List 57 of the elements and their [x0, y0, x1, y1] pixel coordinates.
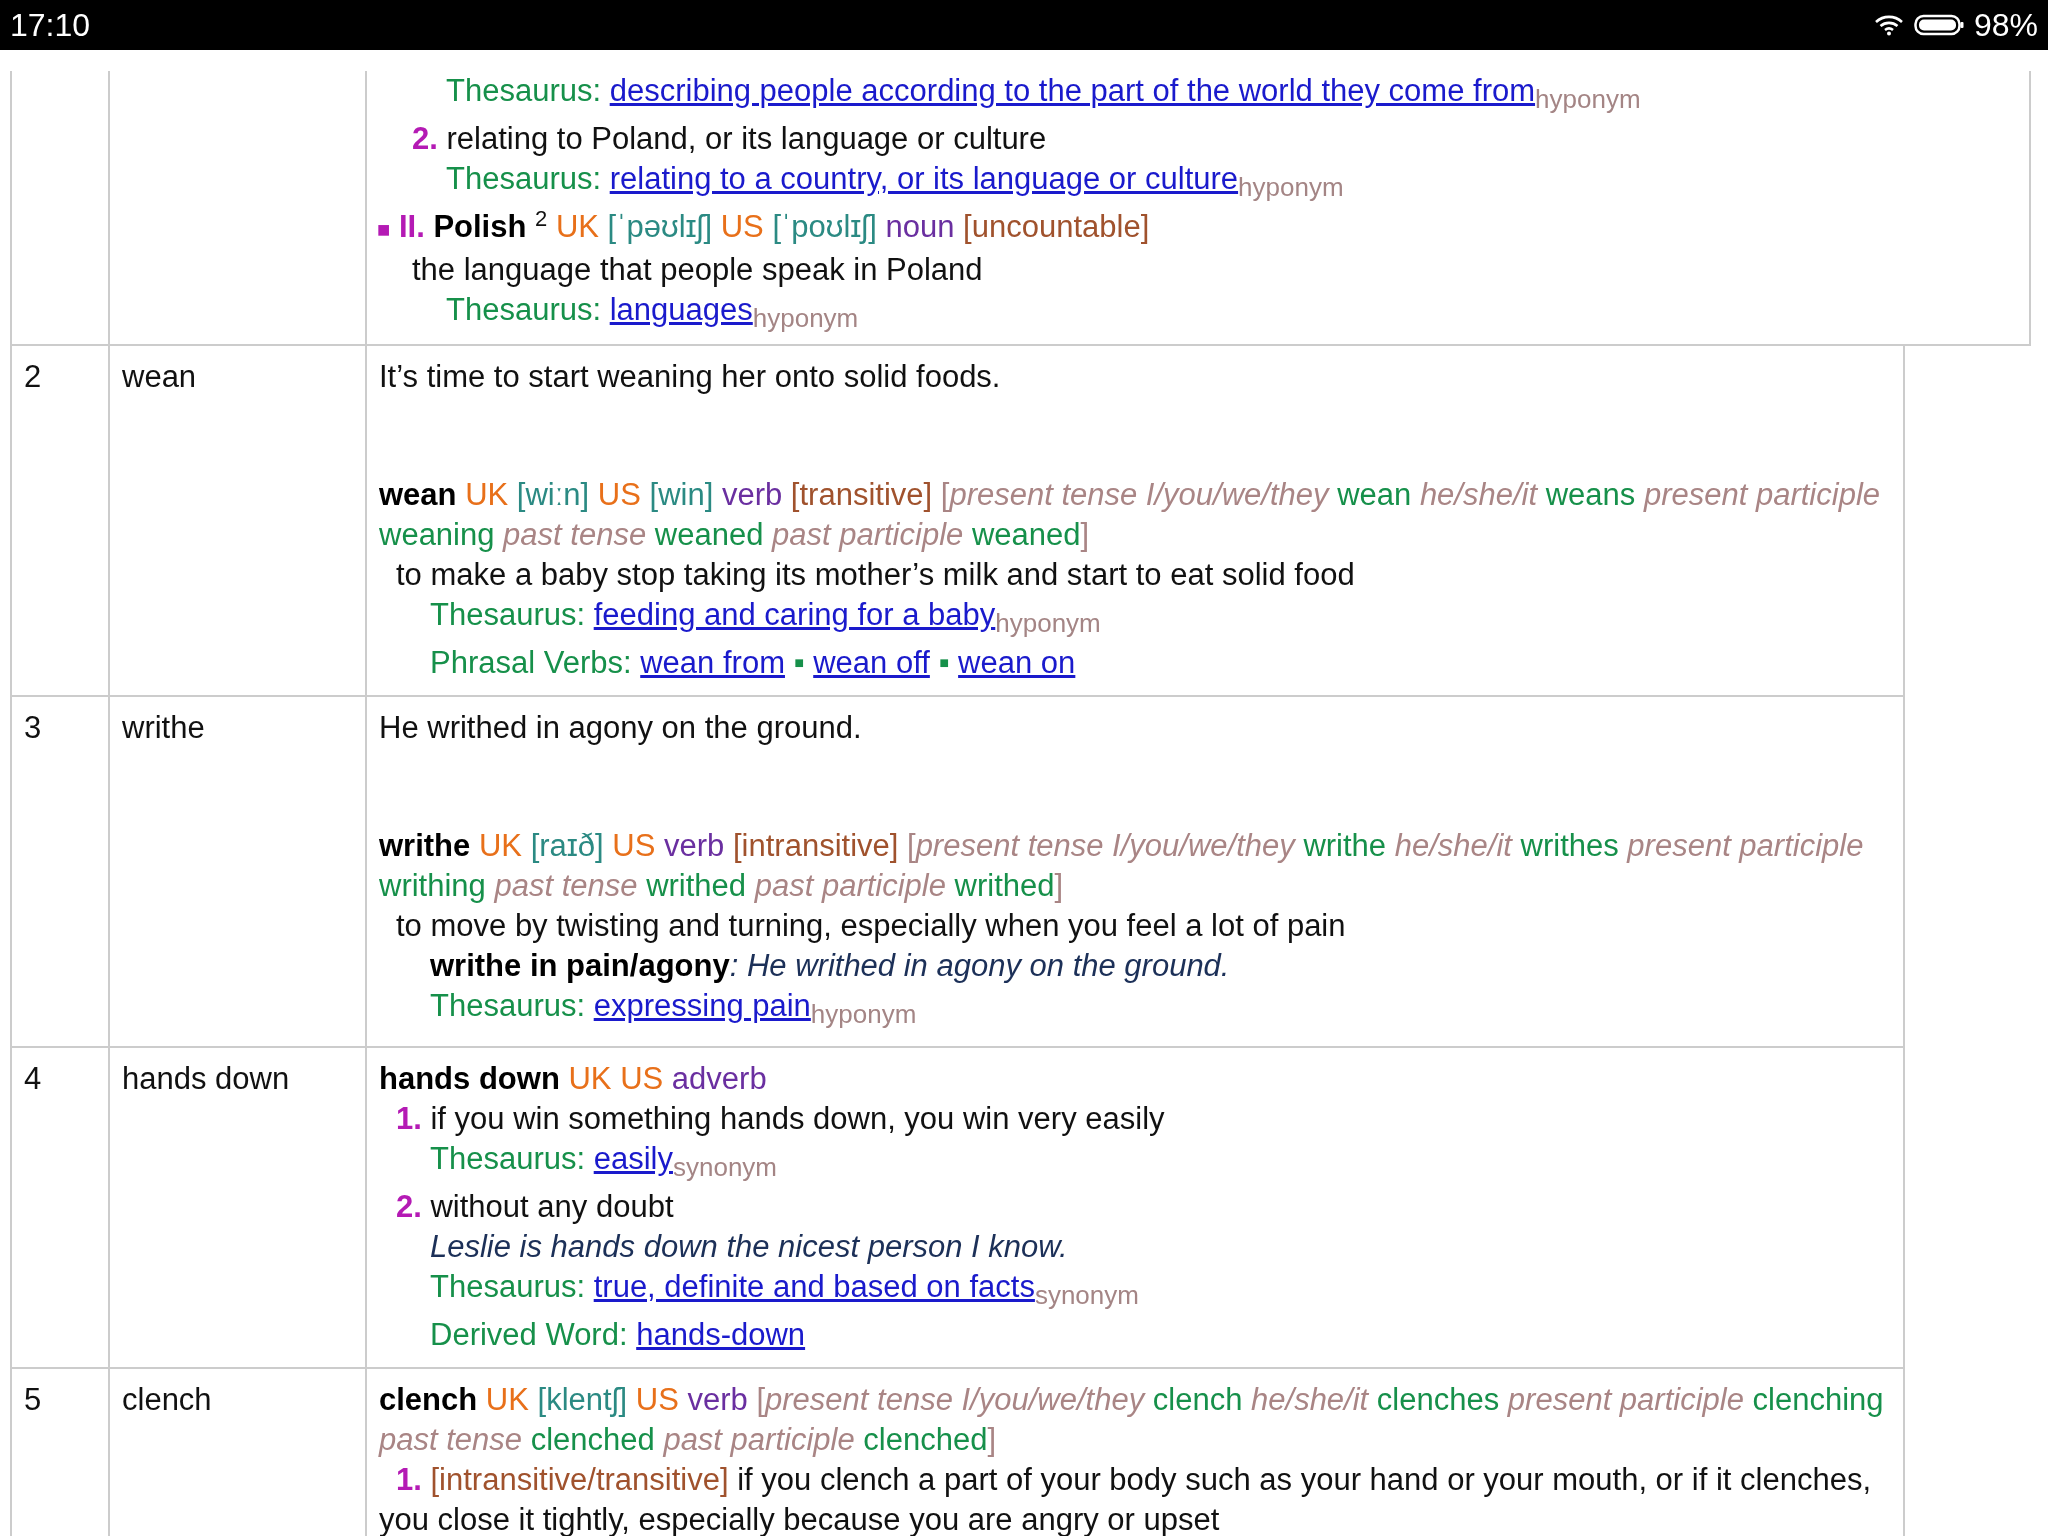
entry-heading: writhe UK [raɪð] US verb [intransitive] [present tense I/you/we/they writhe he/she/it writhes present participle writhing past tense writhed past participle writhed] [379, 827, 1865, 905]
separator-icon: ▪ [938, 645, 950, 680]
battery-icon [1913, 14, 1964, 36]
relation-label: hyponym [995, 608, 1101, 639]
word-text: hands down [122, 1061, 290, 1096]
definition: to move by twisting and turning, especially when you feel a lot of pain [395, 907, 1347, 945]
battery-level: 98% [1973, 6, 2038, 45]
link[interactable]: expressing pain [593, 988, 811, 1023]
definition: 1. if you win something hands down, you win very easily [395, 1100, 1166, 1138]
relation-label: hyponym [1238, 172, 1344, 203]
link[interactable]: feeding and caring for a baby [593, 597, 996, 632]
example-sentence: It’s time to start weaning her onto solid foods. [379, 358, 1002, 396]
row-number: 2 [24, 359, 42, 394]
relation-label: synonym [672, 1152, 777, 1183]
row-number: 3 [24, 710, 42, 745]
definition: 1. [intransitive/transitive] if you clench a part of your body such as your hand or your mouth, or if it clenches, you close it tightly, especially because you are angry or upset [379, 1461, 1872, 1536]
link[interactable]: describing people according to the part of the world they come from [609, 73, 1536, 108]
clock-time: 17:10 [10, 6, 91, 45]
field-label: Thesaurus: [430, 597, 586, 632]
field-label: Thesaurus: [446, 73, 602, 108]
example-sentence: He writhed in agony on the ground. [379, 709, 863, 747]
definition: 2. relating to Poland, or its language or culture [411, 120, 1048, 158]
word-text: wean [122, 359, 197, 394]
link[interactable]: hands-down [636, 1317, 806, 1352]
link[interactable]: easily [593, 1141, 673, 1176]
relation-label: hyponym [1535, 84, 1641, 115]
definition: the language that people speak in Poland [411, 251, 984, 289]
entry-heading: wean UK [wiːn] US [win] verb [transitive] [present tense I/you/we/they wean he/she/it weans present participle weaning past tense weaned past participle weaned] [379, 476, 1881, 554]
word-text: writhe [122, 710, 205, 745]
field-label: Derived Word: [430, 1317, 628, 1352]
relation-label: hyponym [752, 303, 859, 334]
relation-label: hyponym [810, 999, 917, 1030]
link[interactable]: wean off [813, 645, 930, 680]
field-label: Phrasal Verbs: [430, 645, 632, 680]
separator-icon: ▪ [793, 645, 805, 680]
link[interactable]: true, definite and based on facts [593, 1269, 1035, 1304]
word-text: clench [122, 1382, 212, 1417]
entry-heading: hands down UK US adverb [379, 1060, 768, 1098]
field-label: Thesaurus: [430, 1141, 586, 1176]
link[interactable]: relating to a country, or its language or culture [609, 161, 1239, 196]
relation-label: synonym [1034, 1280, 1139, 1311]
usage-example: writhe in pain/agony: He writhed in agony on the ground. [429, 947, 1231, 985]
field-label: Thesaurus: [430, 1269, 586, 1304]
definition: 2. without any doubt [395, 1188, 675, 1226]
link[interactable]: languages [609, 292, 753, 327]
field-label: Thesaurus: [446, 292, 602, 327]
definition: to make a baby stop taking its mother’s milk and start to eat solid food [395, 556, 1356, 594]
field-label: Thesaurus: [446, 161, 602, 196]
wifi-icon [1873, 14, 1904, 36]
row-number: 4 [24, 1061, 42, 1096]
entry-heading: ■ II. Polish $^{2}$ UK [ˈpəʊlɪʃ] US [ˈpoʊlɪʃ] noun [uncountable] [377, 207, 1151, 246]
link[interactable]: wean from [640, 645, 785, 680]
row-number: 5 [24, 1382, 42, 1417]
usage-example: Leslie is hands down the nicest person I know. [429, 1228, 1069, 1266]
field-label: Thesaurus: [430, 988, 586, 1023]
link[interactable]: wean on [958, 645, 1076, 680]
entry-heading: clench UK [klentʃ] US verb [present tense I/you/we/they clench he/she/it clenches present participle clenching past tense clenched past participle clenched] [379, 1381, 1885, 1459]
